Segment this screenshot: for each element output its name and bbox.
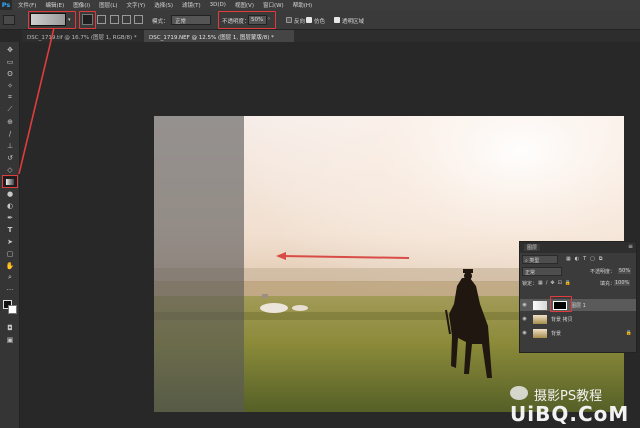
- kind-filter-select[interactable]: ⌕ 类型: [522, 255, 558, 264]
- mode-label: 模式：: [152, 19, 169, 25]
- lock-label: 锁定：: [522, 281, 538, 287]
- watermark: 摄影PS教程 UiBQ.CoM: [508, 380, 640, 428]
- photoshop-window: Ps 文件(F) 编辑(E) 图像(I) 图层(L) 文字(Y) 选择(S) 滤…: [0, 0, 640, 428]
- highlight-gradient-preview: [28, 11, 76, 29]
- layer-name: 背景 拷贝: [551, 316, 573, 323]
- magic-wand-icon[interactable]: ✧: [3, 80, 17, 91]
- layer-row-3[interactable]: ◉ 背景 🔒: [520, 327, 636, 339]
- crop-icon[interactable]: ⌗: [3, 92, 17, 103]
- layers-panel-header: 图层 ≡: [520, 242, 636, 253]
- tool-panel: ✥ ▭ ʘ ✧ ⌗ ⟋ ⊕ ∕ ⊥ ↺ ◇ ● ◐ ✒ T ➤ ▢ ✋ ⌕ ··…: [0, 42, 20, 428]
- diamond-gradient-button[interactable]: [134, 15, 143, 24]
- reflected-gradient-button[interactable]: [122, 15, 131, 24]
- layer-thumbnail: [533, 314, 547, 324]
- pen-icon[interactable]: ✒: [3, 212, 17, 223]
- angle-gradient-button[interactable]: [110, 15, 119, 24]
- layers-panel-tab[interactable]: 图层: [524, 244, 541, 251]
- eye-icon[interactable]: ◉: [520, 302, 529, 308]
- dither-label: 仿色: [314, 19, 326, 25]
- highlight-opacity: [218, 11, 276, 29]
- menu-view[interactable]: 视图(V): [235, 1, 254, 9]
- quick-mask-icon[interactable]: ◘: [3, 322, 17, 333]
- mode-select[interactable]: 正常: [171, 15, 211, 25]
- background-color-swatch[interactable]: [8, 305, 17, 314]
- history-brush-icon[interactable]: ↺: [3, 152, 17, 163]
- menu-filter[interactable]: 滤镜(T): [182, 1, 201, 9]
- eyedropper-icon[interactable]: ⟋: [3, 104, 17, 115]
- dodge-icon[interactable]: ◐: [3, 200, 17, 211]
- tab-nef[interactable]: DSC_1719.NEF @ 12.5% (图层 1, 图层蒙版/8) *: [144, 30, 294, 42]
- more-tools-icon[interactable]: ···: [3, 284, 17, 295]
- lasso-icon[interactable]: ʘ: [3, 68, 17, 79]
- menu-bar: Ps 文件(F) 编辑(E) 图像(I) 图层(L) 文字(Y) 选择(S) 滤…: [0, 0, 640, 10]
- reverse-label: 反向: [294, 19, 306, 25]
- layers-panel: 图层 ≡ ⌕ 类型 ▦◐T▢⧉ 正常 不透明度： 50% 锁定： ▦∕✥⊡🔒 填…: [519, 241, 637, 353]
- marquee-icon[interactable]: ▭: [3, 56, 17, 67]
- layer-thumbnail: [533, 300, 547, 310]
- search-icon: ⌕: [525, 258, 528, 264]
- eye-icon[interactable]: ◉: [520, 330, 529, 336]
- transparency-label: 透明区域: [342, 19, 365, 25]
- layer-row-1[interactable]: ◉ 图层 1: [520, 299, 636, 311]
- wechat-icon: [510, 386, 528, 400]
- stamp-icon[interactable]: ⊥: [3, 140, 17, 151]
- path-select-icon[interactable]: ➤: [3, 236, 17, 247]
- watermark-site: UiBQ.CoM: [510, 402, 630, 426]
- fill-label: 填充：: [600, 281, 616, 287]
- lock-row: 锁定： ▦∕✥⊡🔒 填充： 100%: [522, 279, 634, 289]
- menu-file[interactable]: 文件(F): [18, 1, 36, 9]
- menu-layer[interactable]: 图层(L): [99, 1, 117, 9]
- tab-nef-label: DSC_1719.NEF @ 12.5% (图层 1, 图层蒙版/8) *: [149, 35, 274, 41]
- blend-mode-value: 正常: [525, 270, 536, 276]
- fill-value[interactable]: 100%: [614, 280, 631, 286]
- layer-opacity-value[interactable]: 50%: [618, 268, 632, 274]
- ps-logo: Ps: [0, 0, 12, 10]
- lock-icon: 🔒: [625, 330, 632, 336]
- layer-opacity-label: 不透明度：: [590, 269, 616, 275]
- screen-mode-icon[interactable]: ▣: [3, 334, 17, 345]
- tab-tif[interactable]: DSC_1719.tif @ 16.7% (图层 1, RGB/8) *: [22, 30, 144, 42]
- tool-preset-icon[interactable]: [3, 15, 15, 25]
- type-icon[interactable]: T: [3, 224, 17, 235]
- menu-help[interactable]: 帮助(H): [293, 1, 312, 9]
- tab-tif-label: DSC_1719.tif @ 16.7% (图层 1, RGB/8) *: [27, 35, 137, 41]
- shape-icon[interactable]: ▢: [3, 248, 17, 259]
- menu-edit[interactable]: 编辑(E): [45, 1, 64, 9]
- blur-icon[interactable]: ●: [3, 188, 17, 199]
- zoom-icon[interactable]: ⌕: [3, 272, 17, 283]
- reverse-checkbox[interactable]: [286, 17, 292, 23]
- lock-icons[interactable]: ▦∕✥⊡🔒: [538, 280, 574, 286]
- layer-filter-row: ⌕ 类型 ▦◐T▢⧉: [522, 255, 634, 265]
- brush-icon[interactable]: ∕: [3, 128, 17, 139]
- gradient-icon[interactable]: [2, 175, 18, 188]
- layer-thumbnail: [533, 328, 547, 338]
- kind-filter-label: 类型: [529, 258, 540, 264]
- menu-3d[interactable]: 3D(D): [210, 2, 226, 8]
- options-bar: ▾ 模式： 正常 不透明度： 50% › 反向 仿色 透明区域: [0, 10, 640, 30]
- radial-gradient-button[interactable]: [97, 15, 106, 24]
- document-tabs: DSC_1719.tif @ 16.7% (图层 1, RGB/8) * DSC…: [22, 30, 640, 42]
- layer-row-2[interactable]: ◉ 背景 拷贝: [520, 313, 636, 325]
- dither-checkbox[interactable]: [306, 17, 312, 23]
- highlight-layer-mask: [550, 296, 572, 312]
- filter-icons[interactable]: ▦◐T▢⧉: [566, 256, 606, 262]
- menu-type[interactable]: 文字(Y): [127, 1, 146, 9]
- eye-icon[interactable]: ◉: [520, 316, 529, 322]
- healing-icon[interactable]: ⊕: [3, 116, 17, 127]
- blend-row: 正常 不透明度： 50%: [522, 267, 634, 277]
- menu-window[interactable]: 窗口(W): [263, 1, 284, 9]
- blend-mode-select[interactable]: 正常: [522, 267, 562, 276]
- transparency-checkbox[interactable]: [334, 17, 340, 23]
- highlight-linear-button: [79, 11, 96, 29]
- layer-name: 图层 1: [571, 302, 586, 309]
- panel-menu-icon[interactable]: ≡: [628, 243, 633, 250]
- mode-value: 正常: [175, 19, 187, 25]
- layer-name: 背景: [551, 330, 562, 337]
- menu-image[interactable]: 图像(I): [73, 1, 90, 9]
- menu-select[interactable]: 选择(S): [154, 1, 173, 9]
- hand-icon[interactable]: ✋: [3, 260, 17, 271]
- eraser-icon[interactable]: ◇: [3, 164, 17, 175]
- move-icon[interactable]: ✥: [3, 44, 17, 55]
